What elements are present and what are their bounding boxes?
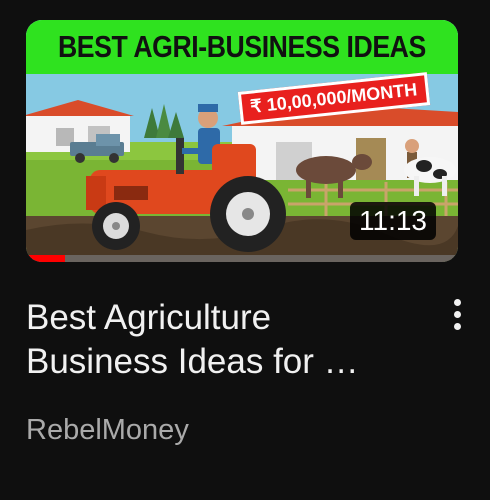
- watch-progress-bar: [26, 255, 458, 262]
- more-dot: [453, 298, 461, 306]
- video-title-line-1: Best Agriculture: [26, 298, 272, 337]
- video-title[interactable]: Best Agriculture Business Ideas for …: [26, 296, 426, 384]
- more-dot: [453, 322, 461, 330]
- channel-name[interactable]: RebelMoney: [26, 414, 189, 447]
- video-thumbnail[interactable]: BEST AGRI-BUSINESS IDEAS ₹ 10,00,000/MON…: [26, 20, 458, 262]
- more-dot: [453, 310, 461, 318]
- video-title-line-2: Business Ideas for …: [26, 342, 359, 381]
- video-card[interactable]: BEST AGRI-BUSINESS IDEAS ₹ 10,00,000/MON…: [0, 0, 490, 500]
- thumbnail-banner-text: BEST AGRI-BUSINESS IDEAS: [58, 29, 426, 64]
- thumbnail-banner: BEST AGRI-BUSINESS IDEAS: [26, 20, 458, 74]
- video-duration-badge: 11:13: [350, 202, 436, 240]
- more-vert-icon[interactable]: [440, 294, 474, 334]
- watch-progress-fill: [26, 255, 65, 262]
